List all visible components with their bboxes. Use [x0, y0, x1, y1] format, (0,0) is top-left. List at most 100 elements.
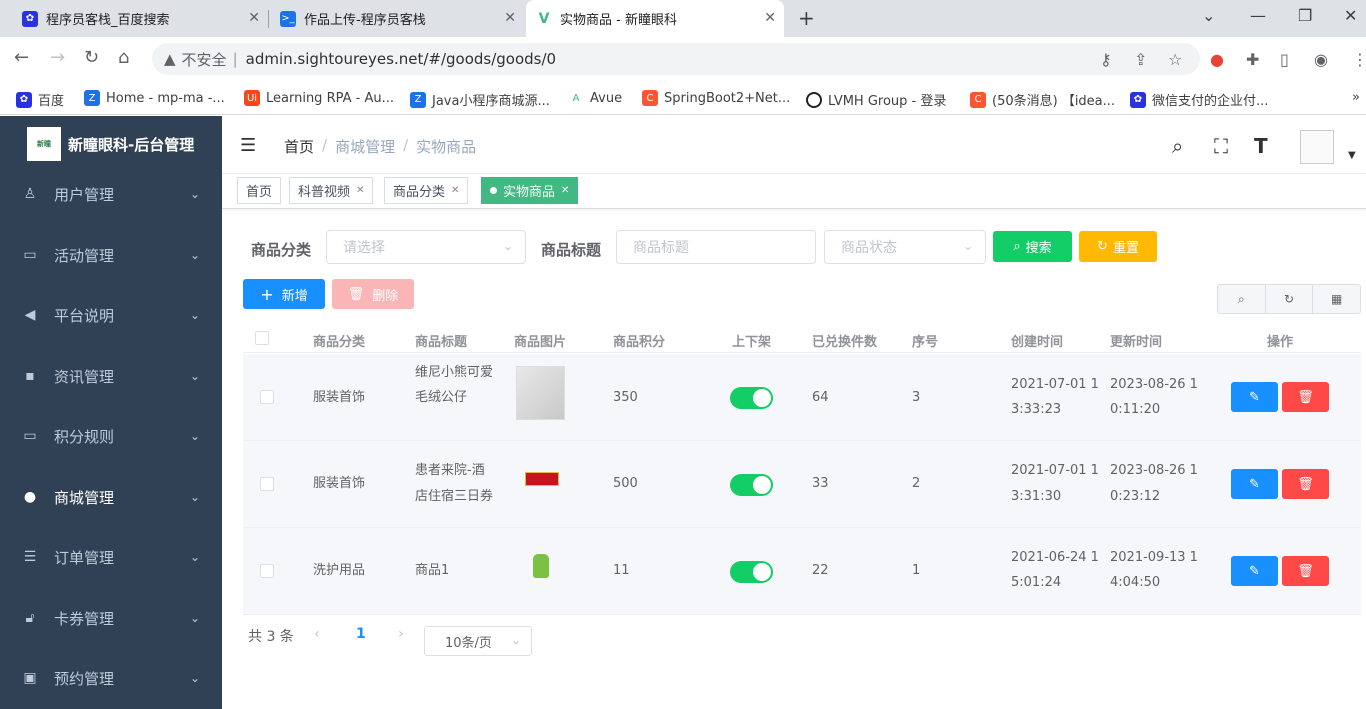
bookmark-rpa[interactable]: Ui Learning RPA - Au...	[244, 90, 394, 106]
browser-tab-baidu[interactable]: ✿ 程序员客栈_百度搜索 ✕	[12, 0, 268, 37]
close-icon[interactable]: ✕	[561, 185, 569, 196]
bookmark-baidu[interactable]: ✿ 百度	[16, 90, 64, 109]
product-image[interactable]	[525, 472, 559, 486]
user-icon: ♙	[23, 186, 37, 202]
cell-category: 服装首饰	[313, 390, 366, 405]
share-icon[interactable]: ⇪	[1134, 50, 1147, 69]
fullscreen-icon[interactable]: ⛶	[1214, 134, 1228, 158]
tag-goods[interactable]: 实物商品 ✕	[481, 177, 579, 204]
table-row[interactable]: 洗护用品 商品1 11 22 1 2021-06-24 1 5:01:24 20…	[243, 528, 1361, 615]
sidepanel-icon[interactable]: ▯	[1280, 50, 1289, 69]
column-header: 商品图片	[514, 335, 567, 350]
row-checkbox[interactable]	[260, 477, 274, 491]
cell-order: 1	[912, 563, 921, 578]
refresh-icon[interactable]: ↻	[1266, 285, 1314, 313]
close-icon[interactable]: ✕	[764, 10, 776, 26]
new-tab-icon[interactable]: +	[798, 6, 815, 30]
menu-icon[interactable]: ⋮	[1352, 50, 1366, 69]
columns-icon[interactable]: ▦	[1313, 285, 1360, 313]
delete-button[interactable]: 🗑︎ 删除	[332, 279, 414, 309]
caret-down-icon[interactable]: ▼	[1348, 150, 1356, 161]
monitor-icon: ▭	[23, 428, 37, 444]
restore-icon[interactable]: ❐	[1298, 6, 1312, 25]
font-size-icon[interactable]: T	[1254, 134, 1268, 158]
edit-button[interactable]: ✎	[1231, 556, 1278, 586]
product-image[interactable]	[516, 366, 565, 420]
tag-home[interactable]: 首页	[237, 177, 282, 204]
shelf-switch[interactable]	[730, 474, 773, 496]
sidebar-item-appointments[interactable]: ▣ 预约管理 ⌄	[0, 648, 222, 708]
delete-row-button[interactable]: 🗑︎	[1282, 556, 1329, 586]
sidebar-item-orders[interactable]: ☰ 订单管理 ⌄	[0, 527, 222, 587]
avatar[interactable]	[1300, 130, 1334, 164]
forward-icon[interactable]: →	[50, 47, 65, 68]
page-size-select[interactable]: 10条/页 ⌄	[424, 626, 532, 656]
bookmark-java[interactable]: Z Java小程序商城源...	[410, 90, 550, 109]
bookmark-wechatpay[interactable]: ✿ 微信支付的企业付...	[1130, 90, 1268, 109]
bookmark-lvmh[interactable]: LVMH Group - 登录	[806, 90, 946, 109]
cell-redeemed: 64	[812, 390, 829, 405]
sidebar-item-platform[interactable]: ◀ 平台说明 ⌄	[0, 285, 222, 345]
delete-row-button[interactable]: 🗑︎	[1282, 469, 1329, 499]
add-button[interactable]: + 新增	[243, 279, 325, 309]
back-icon[interactable]: ←	[14, 47, 29, 68]
delete-row-button[interactable]: 🗑︎	[1282, 382, 1329, 412]
star-icon[interactable]: ☆	[1168, 50, 1182, 69]
table-row[interactable]: 服装首饰 维尼小熊可爱 毛绒公仔 350 64 3 2021-07-01 1 3…	[243, 354, 1361, 441]
status-select[interactable]: 商品状态 ⌄	[824, 230, 986, 264]
cell-category: 服装首饰	[313, 476, 366, 491]
title-input[interactable]: 商品标题	[616, 230, 816, 264]
search-icon[interactable]: ⌕	[1172, 134, 1183, 158]
sidebar-item-mall[interactable]: ● 商城管理 ⌄	[0, 467, 222, 527]
tag-videos[interactable]: 科普视频 ✕	[289, 177, 374, 204]
row-checkbox[interactable]	[260, 390, 274, 404]
bookmark-avue[interactable]: A Avue	[568, 90, 622, 106]
sidebar-item-points[interactable]: ▭ 积分规则 ⌄	[0, 406, 222, 466]
breadcrumb-home[interactable]: 首页	[284, 136, 314, 157]
shelf-switch[interactable]	[730, 387, 773, 409]
table-row[interactable]: 服装首饰 患者来院-酒 店住宿三日券 500 33 2 2021-07-01 1…	[243, 441, 1361, 528]
search-button[interactable]: ⌕ 搜索	[993, 231, 1072, 262]
chevron-down-icon: ⌄	[510, 633, 521, 647]
bookmark-springboot[interactable]: C SpringBoot2+Net...	[642, 90, 790, 106]
more-bookmarks-icon[interactable]: »	[1352, 90, 1360, 105]
edit-button[interactable]: ✎	[1231, 382, 1278, 412]
bookmark-home[interactable]: Z Home - mp-ma -...	[84, 90, 225, 106]
sidebar-item-users[interactable]: ♙ 用户管理 ⌄	[0, 164, 222, 224]
close-icon[interactable]: ✕	[248, 10, 260, 26]
reset-button[interactable]: ↻ 重置	[1079, 231, 1157, 262]
select-all-checkbox[interactable]	[255, 331, 269, 345]
bookmark-csdn[interactable]: C (50条消息) 【idea...	[970, 90, 1115, 109]
cell-redeemed: 22	[812, 563, 829, 578]
close-window-icon[interactable]: ✕	[1344, 6, 1357, 25]
sidebar-item-activities[interactable]: ▭ 活动管理 ⌄	[0, 225, 222, 285]
edit-button[interactable]: ✎	[1231, 469, 1278, 499]
close-icon[interactable]: ✕	[504, 10, 516, 26]
page-number[interactable]: 1	[356, 626, 366, 642]
hamburger-icon[interactable]: ☰	[240, 135, 256, 156]
extension-color-icon[interactable]: ●	[1210, 50, 1224, 69]
browser-tab-goods[interactable]: V 实物商品 - 新瞳眼科 ✕	[526, 0, 784, 37]
tag-category[interactable]: 商品分类 ✕	[384, 177, 469, 204]
chevron-down-icon[interactable]: ⌄	[1202, 6, 1215, 25]
product-image[interactable]	[533, 554, 549, 578]
browser-tab-upload[interactable]: >_ 作品上传-程序员客栈 ✕	[270, 0, 524, 37]
sidebar-item-coupons[interactable]: 🔓︎ 卡券管理 ⌄	[0, 588, 222, 648]
category-select[interactable]: 请选择 ⌄	[326, 230, 526, 264]
close-icon[interactable]: ✕	[451, 185, 459, 196]
cell-title: 商品1	[415, 563, 450, 578]
prev-page-icon[interactable]: ‹	[314, 626, 320, 642]
row-checkbox[interactable]	[260, 564, 274, 578]
profile-icon[interactable]: ◉	[1314, 50, 1328, 69]
puzzle-icon[interactable]: ✚	[1246, 50, 1259, 69]
toggle-search-icon[interactable]: ⌕	[1218, 285, 1266, 313]
minimize-icon[interactable]: —	[1250, 6, 1266, 25]
next-page-icon[interactable]: ›	[398, 626, 404, 642]
shelf-switch[interactable]	[730, 561, 773, 583]
close-icon[interactable]: ✕	[356, 185, 364, 196]
sidebar-item-news[interactable]: ▪ 资讯管理 ⌄	[0, 346, 222, 406]
reload-icon[interactable]: ↻	[84, 47, 99, 68]
key-icon[interactable]: ⚷	[1100, 50, 1112, 69]
address-bar[interactable]: ▲ 不安全 | admin.sightoureyes.net/#/goods/g…	[152, 43, 1200, 75]
home-icon[interactable]: ⌂	[118, 47, 129, 68]
